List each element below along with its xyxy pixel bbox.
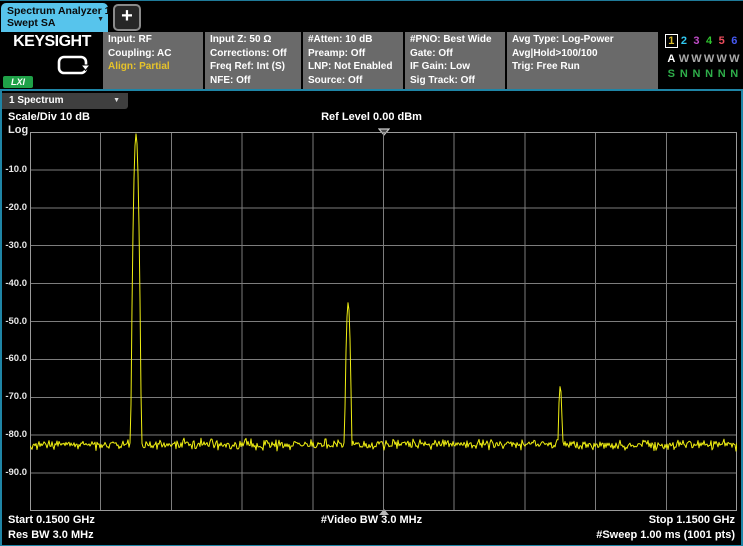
y-axis-label: -30.0 (2, 240, 27, 251)
trace-number-2[interactable]: 2 (678, 34, 691, 49)
setting-line: Gate: Off (410, 47, 505, 61)
add-tab-button[interactable]: + (113, 4, 141, 31)
trace-number-4[interactable]: 4 (703, 34, 716, 49)
trace-number-1[interactable]: 1 (665, 34, 678, 48)
brand-block: KEYSIGHT LXI (0, 32, 103, 89)
trace-number-6[interactable]: 6 (728, 34, 741, 49)
settings-column-5[interactable]: Avg Type: Log-PowerAvg|Hold>100/100Trig:… (507, 32, 658, 89)
setting-line: Coupling: AC (108, 47, 203, 61)
setting-line: NFE: Off (210, 74, 301, 88)
setting-line: #PNO: Best Wide (410, 33, 505, 47)
app-tab-spectrum-analyzer[interactable]: Spectrum Analyzer 1 Swept SA ▼ (1, 3, 108, 32)
setting-line: #Atten: 10 dB (308, 33, 403, 47)
trace-number-row[interactable]: 123456 (665, 34, 741, 49)
keysight-logo: KEYSIGHT (4, 33, 100, 51)
y-axis-label: -50.0 (2, 316, 27, 327)
spectrum-plot (30, 132, 737, 511)
tab-bar: Spectrum Analyzer 1 Swept SA ▼ + (0, 1, 743, 32)
trace-legend[interactable]: 123456 AWWWWW SNNNNN (661, 32, 743, 89)
spectrum-analyzer-screen: Spectrum Analyzer 1 Swept SA ▼ + KEYSIGH… (0, 0, 743, 546)
setting-line: Align: Partial (108, 60, 203, 74)
y-axis-label: -40.0 (2, 278, 27, 289)
settings-column-4[interactable]: #PNO: Best WideGate: OffIF Gain: LowSig … (405, 32, 505, 89)
setting-line: Input Z: 50 Ω (210, 33, 301, 47)
trace-state-2: N (678, 67, 691, 82)
tab-subtitle: Swept SA (7, 17, 94, 29)
setting-line: Avg Type: Log-Power (512, 33, 658, 47)
y-axis-label: -90.0 (2, 467, 27, 478)
trace-type-row: AWWWWW (665, 52, 741, 67)
setting-line: Freq Ref: Int (S) (210, 60, 301, 74)
setting-line: Sig Track: Off (410, 74, 505, 88)
tab-dropdown-icon[interactable]: ▼ (97, 16, 104, 23)
trace-type-5: W (715, 52, 728, 67)
trace-type-4: W (703, 52, 716, 67)
y-axis-label: -10.0 (2, 164, 27, 175)
plus-icon: + (121, 5, 133, 27)
settings-column-1[interactable]: Input: RFCoupling: ACAlign: Partial (103, 32, 203, 89)
trace-type-2: W (678, 52, 691, 67)
y-axis-label: -20.0 (2, 202, 27, 213)
video-bw-label: #Video BW 3.0 MHz (2, 514, 741, 526)
trace-number-5[interactable]: 5 (715, 34, 728, 49)
setting-line: Source: Off (308, 74, 403, 88)
y-axis-label: -70.0 (2, 391, 27, 402)
setting-line: Corrections: Off (210, 47, 301, 61)
trace-select-label: 1 Spectrum (9, 95, 63, 106)
sweep-label: #Sweep 1.00 ms (1001 pts) (596, 529, 735, 541)
log-scale-label: Log (8, 124, 28, 136)
settings-column-3[interactable]: #Atten: 10 dBPreamp: OffLNP: Not Enabled… (303, 32, 403, 89)
trace-state-row: SNNNNN (665, 67, 741, 82)
stop-freq-label: Stop 1.1500 GHz (649, 514, 735, 526)
setting-line: Input: RF (108, 33, 203, 47)
trace-state-6: N (728, 67, 741, 82)
trace-state-1: S (665, 67, 678, 82)
keysight-dialog-icon (57, 55, 91, 82)
tab-title: Spectrum Analyzer 1 (7, 5, 94, 17)
trace-state-5: N (715, 67, 728, 82)
y-axis-label: -60.0 (2, 353, 27, 364)
trace-state-3: N (690, 67, 703, 82)
trace-type-6: W (728, 52, 741, 67)
ref-level-label: Ref Level 0.00 dBm (2, 111, 741, 123)
res-bw-label: Res BW 3.0 MHz (8, 529, 94, 541)
trace-type-3: W (690, 52, 703, 67)
setting-line: IF Gain: Low (410, 60, 505, 74)
trace-select-dropdown[interactable]: 1 Spectrum ▼ (2, 93, 128, 109)
trace-number-3[interactable]: 3 (690, 34, 703, 49)
settings-column-2[interactable]: Input Z: 50 ΩCorrections: OffFreq Ref: I… (205, 32, 301, 89)
settings-header: KEYSIGHT LXI Input: RFCoupling: ACAlign:… (0, 32, 743, 89)
y-axis-label: -80.0 (2, 429, 27, 440)
chevron-down-icon: ▼ (113, 93, 120, 109)
setting-line: Avg|Hold>100/100 (512, 47, 658, 61)
lxi-badge: LXI (3, 76, 33, 88)
setting-line: Preamp: Off (308, 47, 403, 61)
setting-line: LNP: Not Enabled (308, 60, 403, 74)
setting-line: Trig: Free Run (512, 60, 658, 74)
graticule (30, 132, 737, 511)
measurement-display: 1 Spectrum ▼ Scale/Div 10 dB Ref Level 0… (0, 89, 743, 546)
trace-state-4: N (703, 67, 716, 82)
trace-type-1: A (665, 52, 678, 67)
